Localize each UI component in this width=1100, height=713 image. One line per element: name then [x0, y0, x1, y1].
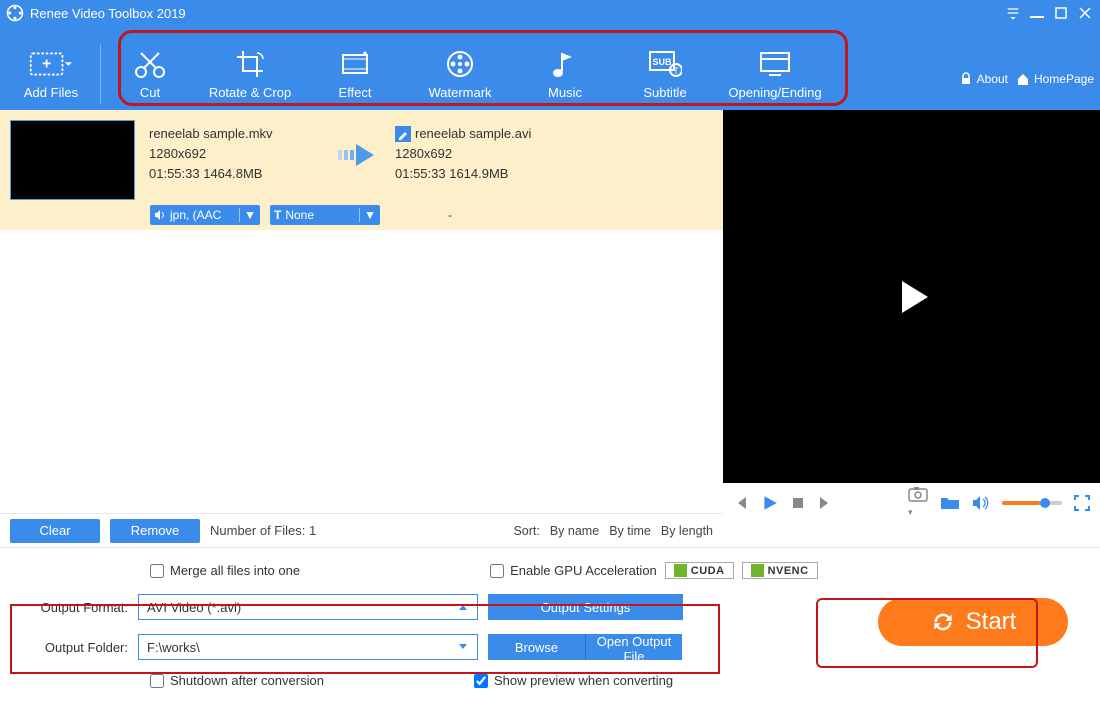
fullscreen-icon[interactable]	[1074, 495, 1090, 511]
prev-icon[interactable]	[733, 495, 749, 511]
menu-down-icon[interactable]	[1004, 4, 1022, 22]
scissors-icon	[133, 47, 167, 81]
sort-by-time[interactable]: By time	[609, 524, 651, 538]
chevron-up-icon	[457, 601, 469, 613]
subtitle-button[interactable]: SUBT Subtitle	[615, 43, 715, 104]
stop-icon[interactable]	[791, 496, 805, 510]
dest-resolution: 1280x692	[395, 144, 531, 164]
preview-checkbox[interactable]: Show preview when converting	[474, 673, 673, 688]
gpu-checkbox[interactable]: Enable GPU Acceleration	[490, 563, 657, 578]
volume-icon[interactable]	[972, 495, 990, 511]
arrow-right-icon	[325, 110, 395, 200]
audio-track-dropdown[interactable]: jpn, (AAC ▼	[150, 205, 260, 225]
minimize-icon[interactable]	[1028, 4, 1046, 22]
source-duration-size: 01:55:33 1464.8MB	[149, 164, 325, 184]
open-folder-icon[interactable]	[940, 495, 960, 511]
thumbnail	[10, 120, 135, 200]
subtitle-icon: SUBT	[648, 47, 682, 81]
maximize-icon[interactable]	[1052, 4, 1070, 22]
reel-icon	[443, 47, 477, 81]
music-button[interactable]: Music	[515, 43, 615, 104]
cuda-badge: CUDA	[665, 562, 734, 579]
video-preview[interactable]	[723, 110, 1100, 483]
speaker-icon	[154, 209, 166, 221]
about-link[interactable]: About	[959, 72, 1008, 86]
sort-by-length[interactable]: By length	[661, 524, 713, 538]
sort-label: Sort:	[513, 524, 539, 538]
edit-icon[interactable]	[395, 126, 411, 142]
sort-by-name[interactable]: By name	[550, 524, 599, 538]
start-button[interactable]: Start	[878, 598, 1068, 646]
output-folder-label: Output Folder:	[20, 640, 128, 655]
output-folder-dropdown[interactable]: F:\works\	[138, 634, 478, 660]
crop-icon	[233, 47, 267, 81]
play-icon	[888, 273, 936, 321]
app-icon	[6, 4, 24, 22]
nvenc-badge: NVENC	[742, 562, 818, 579]
home-icon	[1016, 72, 1030, 86]
next-icon[interactable]	[817, 495, 833, 511]
open-output-file-button[interactable]: Open Output File	[585, 634, 682, 660]
source-resolution: 1280x692	[149, 144, 325, 164]
opening-ending-button[interactable]: Opening/Ending	[715, 43, 835, 104]
svg-text:SUB: SUB	[652, 57, 672, 67]
play-button-icon[interactable]	[761, 494, 779, 512]
clear-button[interactable]: Clear	[10, 519, 100, 543]
watermark-button[interactable]: Watermark	[405, 43, 515, 104]
chevron-down-icon	[457, 641, 469, 653]
file-count-label: Number of Files: 1	[210, 523, 316, 538]
lock-icon	[959, 72, 973, 86]
refresh-icon	[930, 609, 956, 635]
screen-icon	[758, 47, 792, 81]
close-icon[interactable]	[1076, 4, 1094, 22]
remove-button[interactable]: Remove	[110, 519, 200, 543]
volume-slider[interactable]	[1002, 501, 1062, 505]
svg-text:+: +	[42, 55, 51, 72]
dest-duration-size: 01:55:33 1614.9MB	[395, 164, 531, 184]
shutdown-checkbox[interactable]: Shutdown after conversion	[150, 673, 324, 688]
snapshot-icon[interactable]: ▾	[908, 486, 928, 520]
output-format-dropdown[interactable]: AVI Video (*.avi)	[138, 594, 478, 620]
chevron-down-icon: ▼	[239, 208, 256, 222]
effect-button[interactable]: Effect	[305, 43, 405, 104]
dest-filename: reneelab sample.avi	[415, 124, 531, 144]
subtitle-track-dropdown[interactable]: T None ▼	[270, 205, 380, 225]
filmstrip-sparkle-icon	[338, 47, 372, 81]
filmstrip-plus-icon: +	[29, 47, 73, 81]
row-dash: -	[390, 208, 510, 222]
window-title: Renee Video Toolbox 2019	[30, 6, 186, 21]
chevron-down-icon: ▼	[359, 208, 376, 222]
add-files-button[interactable]: + Add Files	[6, 43, 96, 104]
source-filename: reneelab sample.mkv	[149, 124, 325, 144]
homepage-link[interactable]: HomePage	[1016, 72, 1094, 86]
svg-text:T: T	[673, 66, 679, 76]
file-list-blank	[0, 230, 723, 513]
merge-checkbox[interactable]: Merge all files into one	[150, 563, 300, 578]
cut-button[interactable]: Cut	[105, 43, 195, 104]
rotate-crop-button[interactable]: Rotate & Crop	[195, 43, 305, 104]
music-note-icon	[548, 47, 582, 81]
browse-button[interactable]: Browse	[488, 634, 585, 660]
file-row[interactable]: reneelab sample.mkv 1280x692 01:55:33 14…	[0, 110, 723, 200]
output-format-label: Output Format:	[20, 600, 128, 615]
output-settings-button[interactable]: Output Settings	[488, 594, 683, 620]
